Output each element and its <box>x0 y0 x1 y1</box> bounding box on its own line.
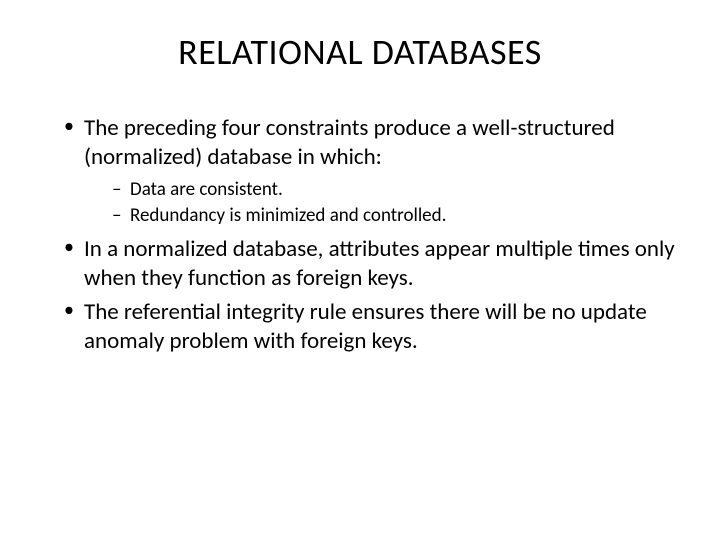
bullet-text: The preceding four constraints produce a… <box>84 114 615 171</box>
sub-bullet-text: Redundancy is minimized and controlled. <box>130 204 446 227</box>
sub-bullet-item: Redundancy is minimized and controlled. <box>112 204 680 229</box>
sub-bullet-item: Data are consistent. <box>112 178 680 203</box>
bullet-item: The referential integrity rule ensures t… <box>64 298 680 356</box>
bullet-item: The preceding four constraints produce a… <box>64 114 680 229</box>
bullet-list: The preceding four constraints produce a… <box>40 114 680 356</box>
sub-bullet-text: Data are consistent. <box>130 178 283 201</box>
bullet-text: In a normalized database, attributes app… <box>84 235 675 292</box>
slide-title: RELATIONAL DATABASES <box>40 30 680 74</box>
sub-bullet-list: Data are consistent. Redundancy is minim… <box>84 178 680 229</box>
bullet-text: The referential integrity rule ensures t… <box>84 298 647 355</box>
bullet-item: In a normalized database, attributes app… <box>64 235 680 293</box>
